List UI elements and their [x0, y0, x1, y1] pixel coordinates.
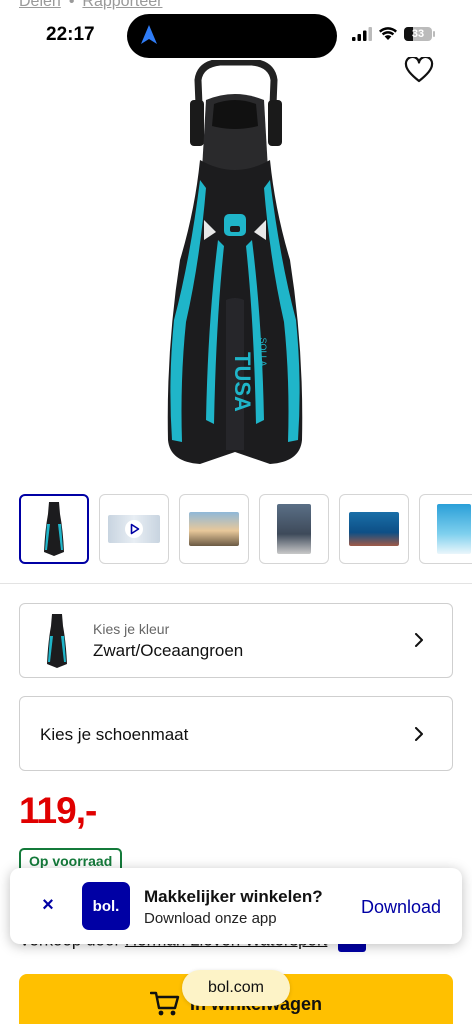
status-time: 22:17: [46, 24, 95, 45]
chevron-right-icon: [415, 633, 423, 647]
play-icon: [125, 520, 143, 538]
underwater-photo-image: [437, 504, 471, 554]
fin-brand-mark: TUSA: [230, 352, 255, 412]
fin-model-mark: SOLLA: [258, 337, 268, 366]
thumbnail-reef-photo[interactable]: [339, 494, 409, 564]
download-app-button[interactable]: Download: [361, 897, 441, 918]
color-selector-label: Kies je kleur: [93, 621, 170, 637]
thumbnail-underwater-photo[interactable]: [419, 494, 472, 564]
navigation-arrow-icon: [141, 25, 157, 44]
wifi-icon: [379, 27, 397, 40]
wishlist-heart-button[interactable]: [402, 55, 436, 85]
divers-photo-image: [277, 504, 311, 554]
heart-icon: [404, 57, 434, 83]
thumbnail-divers-photo[interactable]: [259, 494, 329, 564]
product-price: 119,-: [19, 790, 97, 831]
status-bar: 22:17 33: [0, 0, 472, 60]
cellular-signal-icon: [352, 26, 372, 41]
app-banner-title: Makkelijker winkelen?: [144, 887, 323, 906]
color-selector[interactable]: Kies je kleur Zwart/Oceaangroen: [19, 603, 453, 678]
gallery-thumbnails: [19, 494, 472, 564]
reef-photo-image: [349, 512, 399, 546]
dynamic-island: [127, 14, 337, 58]
browser-url-pill[interactable]: bol.com: [182, 970, 290, 1006]
section-divider: [0, 583, 472, 584]
bol-app-logo: bol.: [82, 882, 130, 930]
battery-level: 33: [411, 27, 425, 40]
color-selector-value: Zwart/Oceaangroen: [93, 641, 244, 660]
thumbnail-pier-photo[interactable]: [179, 494, 249, 564]
video-thumbnail-image: [108, 515, 160, 543]
shopping-cart-icon: [149, 991, 180, 1016]
status-icons: 33: [352, 26, 435, 41]
thumbnail-video[interactable]: [99, 494, 169, 564]
thumbnail-fin[interactable]: [19, 494, 89, 564]
product-image-fin[interactable]: TUSA SOLLA: [160, 60, 310, 470]
chevron-right-icon: [415, 727, 423, 741]
fin-thumbnail-image: [44, 502, 64, 556]
color-swatch-fin-image: [47, 614, 67, 668]
battery-icon: 33: [404, 26, 435, 41]
app-banner-subtitle: Download onze app: [144, 910, 277, 927]
shoe-size-selector-label: Kies je schoenmaat: [40, 725, 189, 744]
shoe-size-selector[interactable]: Kies je schoenmaat: [19, 696, 453, 771]
pier-photo-image: [189, 512, 239, 546]
close-banner-button[interactable]: ×: [38, 894, 58, 916]
app-download-banner: × bol. Makkelijker winkelen? Download on…: [10, 868, 462, 944]
